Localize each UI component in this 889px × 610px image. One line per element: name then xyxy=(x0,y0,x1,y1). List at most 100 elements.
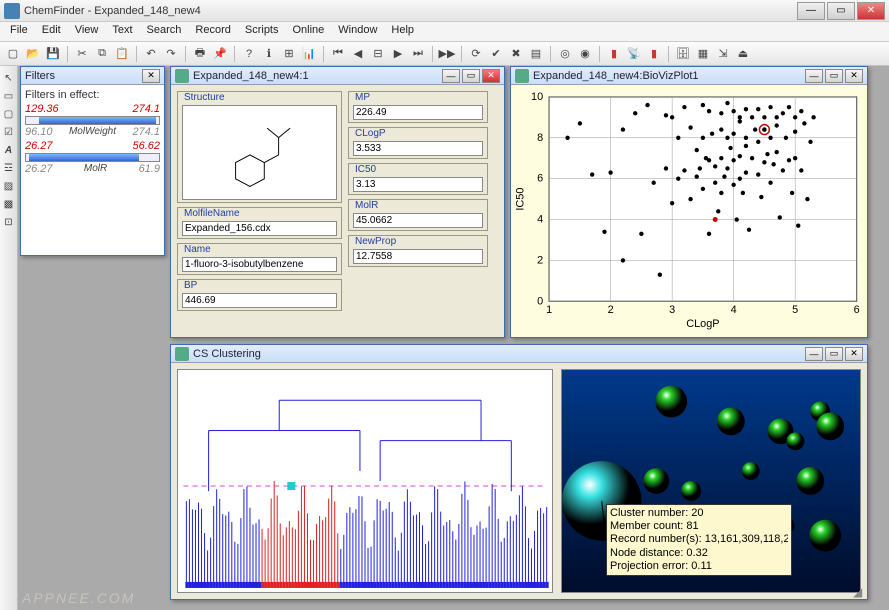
layers-icon[interactable]: ☲ xyxy=(1,160,17,176)
chart-icon[interactable]: 📊 xyxy=(300,45,318,63)
db-icon[interactable]: 🗄 xyxy=(674,45,692,63)
clogp-field[interactable] xyxy=(353,141,483,156)
form-icon[interactable]: ⊞ xyxy=(280,45,298,63)
print-icon[interactable]: 🖶 xyxy=(191,45,209,63)
filters-window: Filters ✕ Filters in effect: 129.36274.1… xyxy=(20,66,165,256)
newprop-label: NewProp xyxy=(353,236,483,247)
svg-text:5: 5 xyxy=(792,304,798,316)
target-icon[interactable]: ◎ xyxy=(556,45,574,63)
frame-icon[interactable]: ▢ xyxy=(1,106,17,122)
molr-field[interactable] xyxy=(353,213,483,228)
color-tool-icon[interactable]: ▩ xyxy=(1,196,17,212)
menu-record[interactable]: Record xyxy=(189,22,236,41)
cluster-infobox: Cluster number: 20 Member count: 81 Reco… xyxy=(606,504,792,576)
stop-icon[interactable]: ▮ xyxy=(605,45,623,63)
menu-view[interactable]: View xyxy=(69,22,105,41)
refresh-icon[interactable]: ⟳ xyxy=(467,45,485,63)
record-min-icon[interactable]: — xyxy=(442,69,460,83)
info-icon[interactable]: ℹ xyxy=(260,45,278,63)
play-icon[interactable]: ▶▶ xyxy=(438,45,456,63)
last-record-icon[interactable]: ⏭ xyxy=(409,45,427,63)
record-list-icon[interactable]: ⊟ xyxy=(369,45,387,63)
text-tool-icon[interactable]: A xyxy=(1,142,17,158)
plot-min-icon[interactable]: — xyxy=(805,69,823,83)
arrow-icon[interactable]: ↖ xyxy=(1,70,17,86)
menu-file[interactable]: File xyxy=(4,22,34,41)
pushpin-icon[interactable]: 📌 xyxy=(211,45,229,63)
menu-window[interactable]: Window xyxy=(332,22,383,41)
misc-tool-icon[interactable]: ⊡ xyxy=(1,214,17,230)
clustering-title: CS Clustering xyxy=(193,348,801,360)
info-member-count: Member count: 81 xyxy=(610,520,788,533)
menu-search[interactable]: Search xyxy=(141,22,188,41)
clust-min-icon[interactable]: — xyxy=(805,347,823,361)
open-icon[interactable]: 📂 xyxy=(24,45,42,63)
record-max-icon[interactable]: ▭ xyxy=(462,69,480,83)
image-tool-icon[interactable]: ▨ xyxy=(1,178,17,194)
new-icon[interactable]: ▢ xyxy=(4,45,22,63)
menu-help[interactable]: Help xyxy=(385,22,420,41)
menu-text[interactable]: Text xyxy=(106,22,138,41)
clust-close-icon[interactable]: ✕ xyxy=(845,347,863,361)
workspace: ↖ ▭ ▢ ☑ A ☲ ▨ ▩ ⊡ Filters ✕ Filters in e… xyxy=(0,66,889,610)
cluster-3d-view[interactable]: Cluster number: 20 Member count: 81 Reco… xyxy=(561,369,861,593)
table-icon[interactable]: ▦ xyxy=(694,45,712,63)
bp-field[interactable] xyxy=(182,293,337,308)
grid-icon[interactable]: ▤ xyxy=(527,45,545,63)
redo-icon[interactable]: ↷ xyxy=(162,45,180,63)
structure-canvas[interactable] xyxy=(182,105,337,200)
resize-grip-icon[interactable]: ◢ xyxy=(853,585,865,597)
clustering-window: CS Clustering — ▭ ✕ Cluster number: 20 M… xyxy=(170,344,868,600)
name-field[interactable] xyxy=(182,257,337,272)
svg-text:IC50: IC50 xyxy=(514,188,526,211)
check-tool-icon[interactable]: ☑ xyxy=(1,124,17,140)
dendrogram[interactable] xyxy=(177,369,553,593)
info-projection-error: Projection error: 0.11 xyxy=(610,560,788,573)
next-record-icon[interactable]: ▶ xyxy=(389,45,407,63)
plot-title: Expanded_148_new4:BioVizPlot1 xyxy=(533,70,801,82)
first-record-icon[interactable]: ⏮ xyxy=(329,45,347,63)
plot-window-icon xyxy=(515,69,529,83)
menu-online[interactable]: Online xyxy=(287,22,331,41)
check-icon[interactable]: ✔ xyxy=(487,45,505,63)
menu-scripts[interactable]: Scripts xyxy=(239,22,285,41)
name-label: Name xyxy=(182,244,337,255)
prev-record-icon[interactable]: ◀ xyxy=(349,45,367,63)
molfilename-field[interactable] xyxy=(182,221,337,236)
menubar: File Edit View Text Search Record Script… xyxy=(0,22,889,42)
minimize-button[interactable]: — xyxy=(797,2,825,20)
svg-text:1: 1 xyxy=(546,304,552,316)
paste-icon[interactable]: 📋 xyxy=(113,45,131,63)
filters-effect-label: Filters in effect: xyxy=(25,89,160,101)
menu-edit[interactable]: Edit xyxy=(36,22,67,41)
clust-max-icon[interactable]: ▭ xyxy=(825,347,843,361)
maximize-button[interactable]: ▭ xyxy=(827,2,855,20)
ic50-label: IC50 xyxy=(353,164,483,175)
broadcast-icon[interactable]: 📡 xyxy=(625,45,643,63)
plot-max-icon[interactable]: ▭ xyxy=(825,69,843,83)
help-icon[interactable]: ? xyxy=(240,45,258,63)
filters-close-icon[interactable]: ✕ xyxy=(142,69,160,83)
record-close-icon[interactable]: ✕ xyxy=(482,69,500,83)
ic50-field[interactable] xyxy=(353,177,483,192)
info-node-distance: Node distance: 0.32 xyxy=(610,547,788,560)
filter-molweight[interactable]: 129.36274.1 96.10MolWeight274.1 xyxy=(25,103,160,138)
exit-icon[interactable]: ⏏ xyxy=(734,45,752,63)
cut-icon[interactable]: ✂ xyxy=(73,45,91,63)
svg-text:2: 2 xyxy=(608,304,614,316)
delete-icon[interactable]: ✖ xyxy=(507,45,525,63)
target2-icon[interactable]: ◉ xyxy=(576,45,594,63)
filter-molr[interactable]: 26.2756.62 26.27MolR61.9 xyxy=(25,140,160,175)
newprop-field[interactable] xyxy=(353,249,483,264)
toolbar: ▢ 📂 💾 ✂ ⧉ 📋 ↶ ↷ 🖶 📌 ? ℹ ⊞ 📊 ⏮ ◀ ⊟ ▶ ⏭ ▶▶… xyxy=(0,42,889,66)
close-button[interactable]: ✕ xyxy=(857,2,885,20)
export-icon[interactable]: ⇲ xyxy=(714,45,732,63)
save-icon[interactable]: 💾 xyxy=(44,45,62,63)
scatter-plot[interactable]: 1234560246810CLogPIC50 xyxy=(511,85,867,337)
stop2-icon[interactable]: ▮ xyxy=(645,45,663,63)
plot-close-icon[interactable]: ✕ xyxy=(845,69,863,83)
undo-icon[interactable]: ↶ xyxy=(142,45,160,63)
copy-icon[interactable]: ⧉ xyxy=(93,45,111,63)
mp-field[interactable] xyxy=(353,105,483,120)
box-icon[interactable]: ▭ xyxy=(1,88,17,104)
